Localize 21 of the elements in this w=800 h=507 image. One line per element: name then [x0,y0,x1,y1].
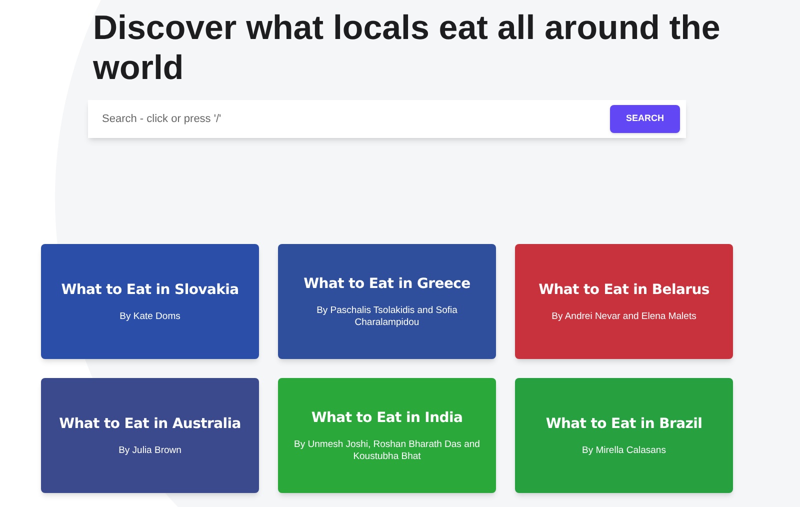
card-title: What to Eat in Brazil [546,415,702,434]
card-byline: By Paschalis Tsolakidis and Sofia Charalampidou [316,305,458,329]
card-byline: By Kate Doms [118,311,182,323]
search-button[interactable]: SEARCH [610,105,680,133]
destination-card[interactable]: What to Eat in Belarus By Andrei Nevar and Elena Malets [515,244,733,359]
card-title: What to Eat in Slovakia [61,281,239,300]
page-heading: Discover what locals eat all around the world [93,8,722,88]
card-byline: By Mirella Calasans [581,445,667,457]
destination-card[interactable]: What to Eat in Greece By Paschalis Tsolakidis and Sofia Charalampidou [278,244,496,359]
destination-card[interactable]: What to Eat in Australia By Julia Brown [41,378,259,493]
destination-card[interactable]: What to Eat in Brazil By Mirella Calasans [515,378,733,493]
card-byline: By Julia Brown [118,445,182,457]
destination-card[interactable]: What to Eat in Slovakia By Kate Doms [41,244,259,359]
card-title: What to Eat in Greece [304,275,470,294]
card-title: What to Eat in India [311,409,463,428]
search-field[interactable]: Search - click or press '/' SEARCH [88,100,686,138]
card-title: What to Eat in Belarus [538,281,710,300]
card-byline: By Unmesh Joshi, Roshan Bharath Das and Koustubha Bhat [293,439,481,463]
card-title: What to Eat in Australia [59,415,241,434]
destination-card[interactable]: What to Eat in India By Unmesh Joshi, Roshan Bharath Das and Koustubha Bhat [278,378,496,493]
card-byline: By Andrei Nevar and Elena Malets [550,311,698,323]
